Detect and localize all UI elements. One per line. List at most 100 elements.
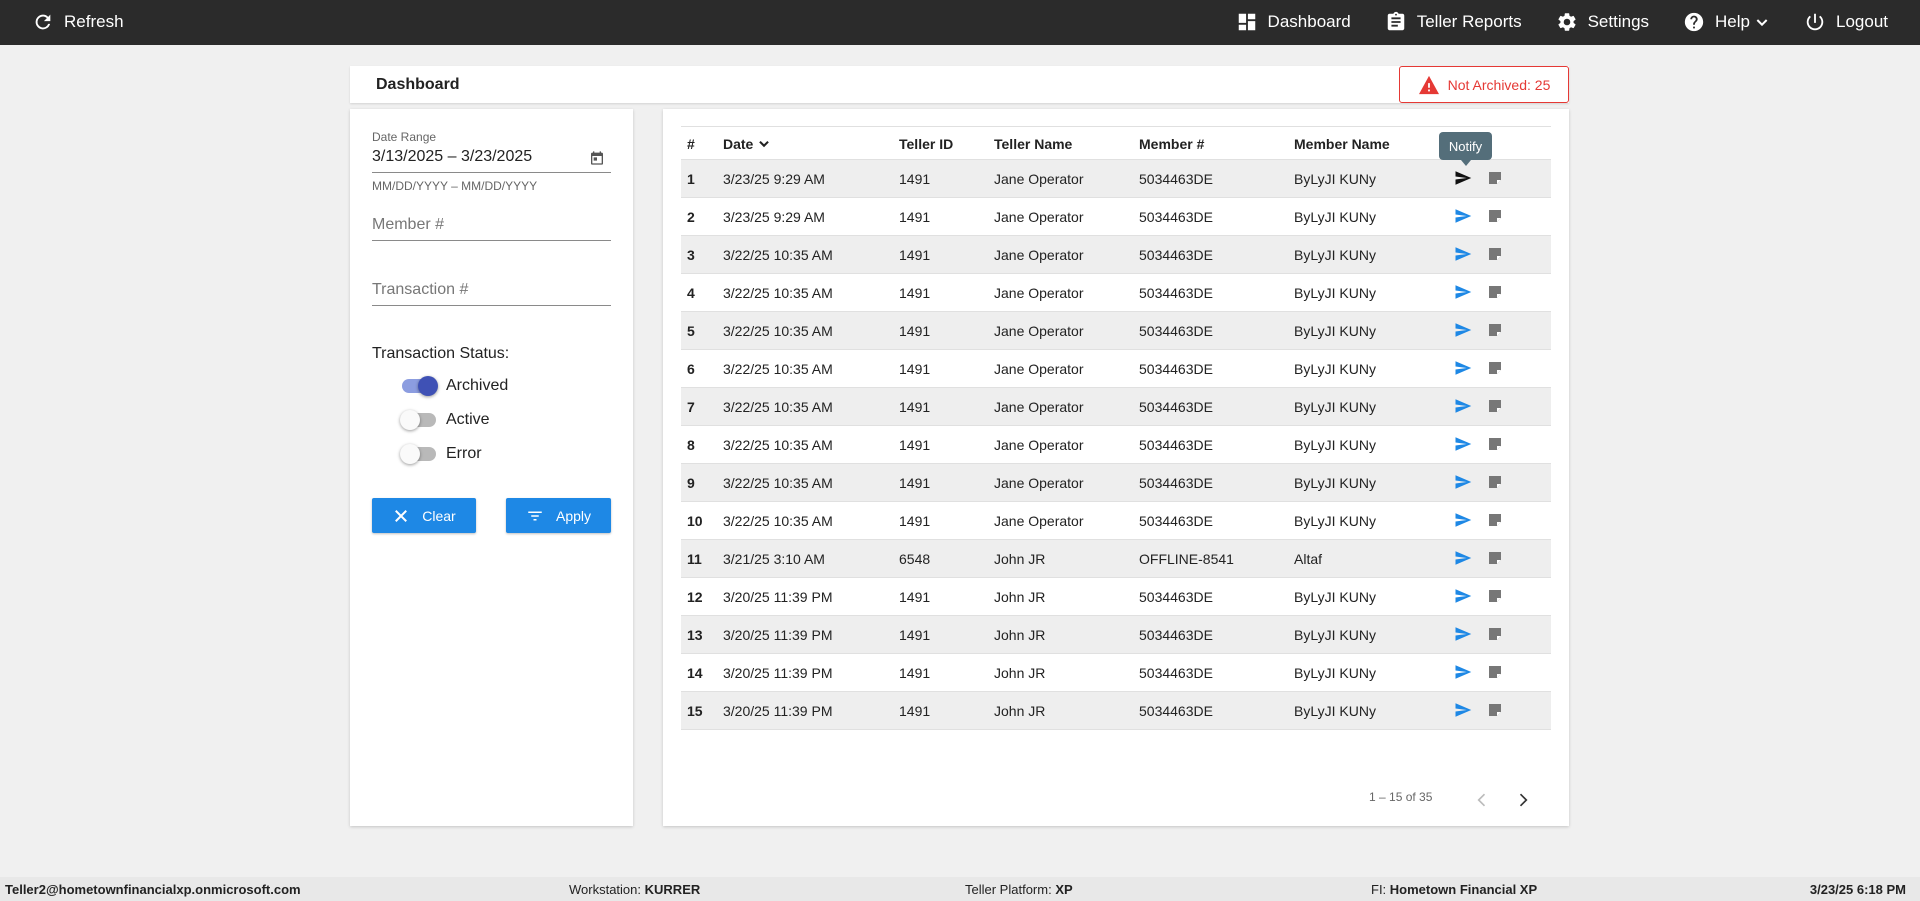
send-notify-icon[interactable]	[1453, 321, 1473, 339]
table-row[interactable]: 1 3/23/25 9:29 AM 1491 Jane Operator 5034463…	[681, 159, 1551, 197]
clear-label: Clear	[422, 507, 456, 524]
cell-number: 6	[687, 361, 695, 377]
table-row[interactable]: 5 3/22/25 10:35 AM 1491 Jane Operator 503446…	[681, 311, 1551, 349]
status-error-row[interactable]: Error	[400, 444, 482, 464]
page-title: Dashboard	[376, 76, 460, 93]
table-row[interactable]: 14 3/20/25 11:39 PM 1491 John JR 5034463DE By…	[681, 653, 1551, 691]
clear-button[interactable]: Clear	[372, 498, 476, 533]
note-icon[interactable]	[1487, 398, 1503, 414]
cell-member-name: ByLyJI KUNy	[1294, 703, 1376, 719]
note-icon[interactable]	[1487, 702, 1503, 718]
dashboard-header: Dashboard Not Archived: 25	[350, 66, 1569, 103]
refresh-label: Refresh	[64, 12, 124, 31]
status-active-row[interactable]: Active	[400, 410, 490, 430]
transaction-number-input[interactable]: Transaction #	[372, 281, 611, 305]
refresh-button[interactable]: Refresh	[32, 11, 124, 33]
note-icon[interactable]	[1487, 208, 1503, 224]
status-archived-row[interactable]: Archived	[402, 376, 508, 396]
status-footer: Teller2@hometownfinancialxp.onmicrosoft.…	[0, 877, 1920, 901]
table-row[interactable]: 13 3/20/25 11:39 PM 1491 John JR 5034463DE By…	[681, 615, 1551, 653]
send-notify-icon[interactable]	[1453, 625, 1473, 643]
table-row[interactable]: 3 3/22/25 10:35 AM 1491 Jane Operator 503446…	[681, 235, 1551, 273]
send-notify-icon[interactable]	[1453, 473, 1473, 491]
send-notify-icon[interactable]	[1453, 549, 1473, 567]
note-icon[interactable]	[1487, 512, 1503, 528]
next-page-icon[interactable]	[1513, 790, 1533, 810]
date-range-field[interactable]: Date Range 3/13/2025 – 3/23/2025 MM/DD/Y…	[372, 130, 611, 193]
footer-fi: FI: Hometown Financial XP	[1371, 882, 1537, 897]
send-notify-icon[interactable]	[1453, 397, 1473, 415]
member-number-input[interactable]: Member #	[372, 216, 611, 240]
table-row[interactable]: 4 3/22/25 10:35 AM 1491 Jane Operator 503446…	[681, 273, 1551, 311]
send-notify-icon[interactable]	[1453, 587, 1473, 605]
cell-teller-name: Jane Operator	[994, 247, 1084, 263]
send-notify-icon[interactable]	[1453, 359, 1473, 377]
note-icon[interactable]	[1487, 322, 1503, 338]
cell-number: 12	[687, 589, 703, 605]
nav-dashboard[interactable]: Dashboard	[1236, 11, 1351, 33]
error-toggle[interactable]	[400, 444, 436, 464]
nav-teller-reports[interactable]: Teller Reports	[1385, 11, 1522, 33]
nav-settings[interactable]: Settings	[1556, 11, 1649, 33]
cell-teller-name: Jane Operator	[994, 399, 1084, 415]
col-date-header[interactable]: Date	[723, 136, 771, 152]
cell-member-number: 5034463DE	[1139, 475, 1213, 491]
note-icon[interactable]	[1487, 626, 1503, 642]
note-icon[interactable]	[1487, 360, 1503, 376]
cell-number: 7	[687, 399, 695, 415]
note-icon[interactable]	[1487, 436, 1503, 452]
table-row[interactable]: 11 3/21/25 3:10 AM 6548 John JR OFFLINE-8541…	[681, 539, 1551, 577]
archived-toggle[interactable]	[402, 376, 438, 396]
table-row[interactable]: 12 3/20/25 11:39 PM 1491 John JR 5034463DE By…	[681, 577, 1551, 615]
transaction-number-field[interactable]: Transaction #	[372, 281, 611, 306]
table-row[interactable]: 6 3/22/25 10:35 AM 1491 Jane Operator 503446…	[681, 349, 1551, 387]
cell-member-number: 5034463DE	[1139, 247, 1213, 263]
note-icon[interactable]	[1487, 284, 1503, 300]
gear-icon	[1558, 13, 1576, 31]
table-row[interactable]: 8 3/22/25 10:35 AM 1491 Jane Operator 503446…	[681, 425, 1551, 463]
cell-teller-name: Jane Operator	[994, 171, 1084, 187]
send-notify-icon[interactable]	[1453, 245, 1473, 263]
top-navigation-bar: Refresh Dashboard Teller Reports Setting…	[0, 0, 1920, 45]
table-row[interactable]: 10 3/22/25 10:35 AM 1491 Jane Operator 50344…	[681, 501, 1551, 539]
active-label: Active	[446, 411, 490, 428]
note-icon[interactable]	[1487, 246, 1503, 262]
warning-icon	[1418, 75, 1439, 94]
cell-member-number: 5034463DE	[1139, 589, 1213, 605]
sort-down-icon[interactable]	[757, 137, 771, 151]
member-number-field[interactable]: Member #	[372, 216, 611, 241]
cell-number: 13	[687, 627, 703, 643]
send-notify-icon[interactable]	[1453, 701, 1473, 719]
table-row[interactable]: 2 3/23/25 9:29 AM 1491 Jane Operator 5034463…	[681, 197, 1551, 235]
cell-teller-name: Jane Operator	[994, 475, 1084, 491]
note-icon[interactable]	[1487, 474, 1503, 490]
note-icon[interactable]	[1487, 588, 1503, 604]
table-row[interactable]: 15 3/20/25 11:39 PM 1491 John JR 5034463DE By…	[681, 691, 1551, 730]
send-notify-icon[interactable]	[1453, 207, 1473, 225]
nav-logout[interactable]: Logout	[1804, 11, 1888, 33]
cell-member-name: ByLyJI KUNy	[1294, 627, 1376, 643]
previous-page-icon[interactable]	[1472, 790, 1492, 810]
footer-datetime: 3/23/25 6:18 PM	[1809, 882, 1906, 897]
send-notify-icon[interactable]	[1453, 435, 1473, 453]
cell-teller-name: Jane Operator	[994, 513, 1084, 529]
clipboard-icon	[1387, 11, 1404, 31]
send-notify-icon[interactable]	[1453, 663, 1473, 681]
not-archived-badge[interactable]: Not Archived: 25	[1399, 66, 1569, 103]
apply-button[interactable]: Apply	[506, 498, 611, 533]
cell-member-name: ByLyJI KUNy	[1294, 399, 1376, 415]
table-row[interactable]: 9 3/22/25 10:35 AM 1491 Jane Operator 503446…	[681, 463, 1551, 501]
date-range-input[interactable]: 3/13/2025 – 3/23/2025	[372, 148, 611, 166]
calendar-icon[interactable]	[589, 150, 605, 166]
date-format-hint: MM/DD/YYYY – MM/DD/YYYY	[372, 179, 538, 193]
note-icon[interactable]	[1487, 170, 1503, 186]
send-notify-icon[interactable]	[1453, 169, 1473, 187]
note-icon[interactable]	[1487, 550, 1503, 566]
cell-member-number: 5034463DE	[1139, 399, 1213, 415]
table-row[interactable]: 7 3/22/25 10:35 AM 1491 Jane Operator 503446…	[681, 387, 1551, 425]
nav-help[interactable]: Help	[1683, 11, 1770, 33]
send-notify-icon[interactable]	[1453, 511, 1473, 529]
note-icon[interactable]	[1487, 664, 1503, 680]
send-notify-icon[interactable]	[1453, 283, 1473, 301]
active-toggle[interactable]	[400, 410, 436, 430]
